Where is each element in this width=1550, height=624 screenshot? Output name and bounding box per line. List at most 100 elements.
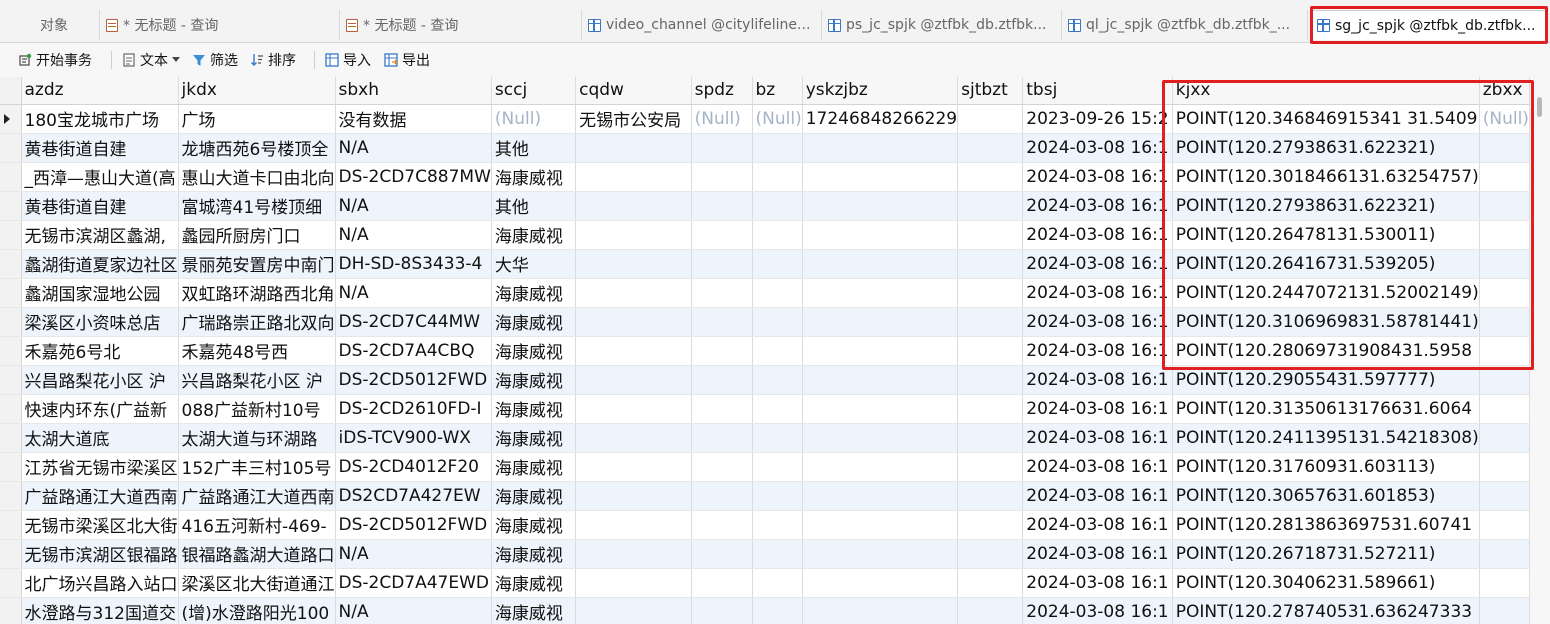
cell-sjtbzt[interactable] bbox=[957, 220, 1024, 250]
tab-untitled-query-2[interactable]: * 无标题 - 查询 bbox=[340, 10, 582, 40]
tab-objects[interactable]: 对象 bbox=[0, 10, 100, 40]
cell-kjxx[interactable]: POINT(120.26718731.527211) bbox=[1172, 539, 1480, 569]
cell-sccj[interactable]: 海康威视 bbox=[491, 394, 577, 424]
column-header-yskzjbz[interactable]: yskzjbz bbox=[802, 77, 959, 105]
cell-sjtbzt[interactable] bbox=[957, 452, 1024, 482]
table-row[interactable]: 180宝龙城市广场 广场 没有数据 (Null) 无锡市公安局 (Null) (Null) 1… bbox=[0, 104, 1530, 134]
cell-zbxx[interactable] bbox=[1479, 510, 1530, 540]
cell-bz[interactable] bbox=[752, 307, 803, 337]
cell-sbxh[interactable]: N/A bbox=[335, 539, 492, 569]
cell-azdz[interactable]: 180宝龙城市广场 bbox=[21, 104, 179, 134]
cell-yskzjbz[interactable] bbox=[802, 133, 959, 163]
cell-sjtbzt[interactable] bbox=[957, 104, 1024, 134]
cell-spdz[interactable] bbox=[691, 597, 753, 624]
table-row[interactable]: 无锡市梁溪区北大街 416五河新村-469- DS-2CD5012FWD 海康威视 20… bbox=[0, 510, 1530, 540]
column-header-cqdw[interactable]: cqdw bbox=[575, 77, 692, 105]
cell-spdz[interactable] bbox=[691, 278, 753, 308]
row-indicator[interactable] bbox=[0, 539, 22, 569]
cell-cqdw[interactable] bbox=[575, 249, 692, 279]
cell-zbxx[interactable] bbox=[1479, 336, 1530, 366]
cell-kjxx[interactable]: POINT(120.3018466131.63254757) bbox=[1172, 162, 1480, 192]
cell-kjxx[interactable]: POINT(120.27938631.622321) bbox=[1172, 133, 1480, 163]
table-row[interactable]: _西漳—惠山大道(高 惠山大道卡口由北向 DS-2CD7C887MW 海康威视 2024… bbox=[0, 162, 1530, 192]
cell-sbxh[interactable]: DS2CD7A427EW bbox=[335, 481, 492, 511]
table-row[interactable]: 兴昌路梨花小区 沪兴昌路梨花小区 沪 DS-2CD5012FWD 海康威视 2024-… bbox=[0, 365, 1530, 395]
cell-bz[interactable] bbox=[752, 539, 803, 569]
row-indicator[interactable] bbox=[0, 278, 22, 308]
cell-spdz[interactable] bbox=[691, 510, 753, 540]
cell-sbxh[interactable]: N/A bbox=[335, 191, 492, 221]
cell-yskzjbz[interactable] bbox=[802, 423, 959, 453]
cell-jkdx[interactable]: 银福路蠡湖大道路口 bbox=[178, 539, 336, 569]
cell-tbsj[interactable]: 2024-03-08 16:1 bbox=[1022, 394, 1173, 424]
cell-jkdx[interactable]: 龙塘西苑6号楼顶全 bbox=[178, 133, 336, 163]
cell-spdz[interactable] bbox=[691, 133, 753, 163]
cell-cqdw[interactable] bbox=[575, 597, 692, 624]
table-row[interactable]: 禾嘉苑6号北 禾嘉苑48号西 DS-2CD7A4CBQ 海康威视 2024-03-08 … bbox=[0, 336, 1530, 366]
cell-tbsj[interactable]: 2024-03-08 16:1 bbox=[1022, 365, 1173, 395]
export-button[interactable]: 导出 bbox=[384, 48, 430, 72]
row-indicator[interactable] bbox=[0, 597, 22, 624]
column-header-sbxh[interactable]: sbxh bbox=[335, 77, 492, 105]
cell-bz[interactable] bbox=[752, 220, 803, 250]
cell-sccj[interactable]: 海康威视 bbox=[491, 365, 577, 395]
cell-spdz[interactable] bbox=[691, 539, 753, 569]
column-header-azdz[interactable]: azdz bbox=[21, 77, 179, 105]
cell-azdz[interactable]: 梁溪区小资味总店 bbox=[21, 307, 179, 337]
cell-yskzjbz[interactable] bbox=[802, 365, 959, 395]
cell-sccj[interactable]: 其他 bbox=[491, 133, 577, 163]
cell-sbxh[interactable]: N/A bbox=[335, 597, 492, 624]
cell-bz[interactable] bbox=[752, 365, 803, 395]
table-row[interactable]: 无锡市滨湖区蠡湖, 蠡园所厨房门口 N/A 海康威视 2024-03-08 16:1 PO… bbox=[0, 220, 1530, 250]
row-indicator[interactable] bbox=[0, 336, 22, 366]
cell-yskzjbz[interactable] bbox=[802, 539, 959, 569]
column-header-kjxx[interactable]: kjxx bbox=[1172, 77, 1480, 105]
cell-yskzjbz[interactable] bbox=[802, 481, 959, 511]
row-indicator[interactable] bbox=[0, 191, 22, 221]
cell-tbsj[interactable]: 2024-03-08 16:1 bbox=[1022, 597, 1173, 624]
cell-spdz[interactable] bbox=[691, 452, 753, 482]
cell-tbsj[interactable]: 2024-03-08 16:1 bbox=[1022, 133, 1173, 163]
row-indicator[interactable] bbox=[0, 365, 22, 395]
cell-cqdw[interactable] bbox=[575, 220, 692, 250]
row-indicator[interactable] bbox=[0, 249, 22, 279]
table-row[interactable]: 江苏省无锡市梁溪区 152广丰三村105号 DS-2CD4012F20 海康威视 202… bbox=[0, 452, 1530, 482]
table-row[interactable]: 蠡湖国家湿地公园 双虹路环湖路西北角 N/A 海康威视 2024-03-08 16:1 P… bbox=[0, 278, 1530, 308]
cell-sjtbzt[interactable] bbox=[957, 423, 1024, 453]
cell-bz[interactable] bbox=[752, 394, 803, 424]
cell-sbxh[interactable]: DH-SD-8S3433-4 bbox=[335, 249, 492, 279]
cell-tbsj[interactable]: 2024-03-08 16:1 bbox=[1022, 423, 1173, 453]
cell-spdz[interactable] bbox=[691, 481, 753, 511]
cell-kjxx[interactable]: POINT(120.31350613176631.6064 bbox=[1172, 394, 1480, 424]
cell-sccj[interactable]: 海康威视 bbox=[491, 162, 577, 192]
cell-zbxx[interactable] bbox=[1479, 394, 1530, 424]
row-indicator[interactable] bbox=[0, 220, 22, 250]
cell-yskzjbz[interactable] bbox=[802, 249, 959, 279]
cell-sccj[interactable]: 海康威视 bbox=[491, 510, 577, 540]
cell-tbsj[interactable]: 2024-03-08 16:1 bbox=[1022, 307, 1173, 337]
cell-sccj[interactable]: 海康威视 bbox=[491, 568, 577, 598]
tab-sg-jc-spjk[interactable]: sg_jc_spjk @ztfbk_db.ztfbk... bbox=[1310, 10, 1548, 40]
row-indicator[interactable] bbox=[0, 423, 22, 453]
cell-sjtbzt[interactable] bbox=[957, 307, 1024, 337]
cell-sbxh[interactable]: DS-2CD7A4CBQ bbox=[335, 336, 492, 366]
cell-zbxx[interactable] bbox=[1479, 249, 1530, 279]
cell-spdz[interactable] bbox=[691, 365, 753, 395]
cell-tbsj[interactable]: 2024-03-08 16:1 bbox=[1022, 510, 1173, 540]
cell-tbsj[interactable]: 2024-03-08 16:1 bbox=[1022, 249, 1173, 279]
cell-kjxx[interactable]: POINT(120.29055431.597777) bbox=[1172, 365, 1480, 395]
cell-sbxh[interactable]: N/A bbox=[335, 220, 492, 250]
cell-tbsj[interactable]: 2024-03-08 16:1 bbox=[1022, 336, 1173, 366]
cell-sjtbzt[interactable] bbox=[957, 539, 1024, 569]
cell-spdz[interactable]: (Null) bbox=[691, 104, 753, 134]
cell-bz[interactable] bbox=[752, 423, 803, 453]
cell-jkdx[interactable]: 广瑞路崇正路北双向 bbox=[178, 307, 336, 337]
cell-cqdw[interactable] bbox=[575, 394, 692, 424]
tab-ql-jc-spjk[interactable]: ql_jc_spjk @ztfbk_db.ztfbk_... bbox=[1062, 10, 1308, 40]
cell-yskzjbz[interactable] bbox=[802, 307, 959, 337]
cell-tbsj[interactable]: 2024-03-08 16:1 bbox=[1022, 452, 1173, 482]
column-header-spdz[interactable]: spdz bbox=[691, 77, 753, 105]
cell-kjxx[interactable]: POINT(120.30406231.589661) bbox=[1172, 568, 1480, 598]
cell-zbxx[interactable] bbox=[1479, 191, 1530, 221]
column-header-sccj[interactable]: sccj bbox=[491, 77, 577, 105]
